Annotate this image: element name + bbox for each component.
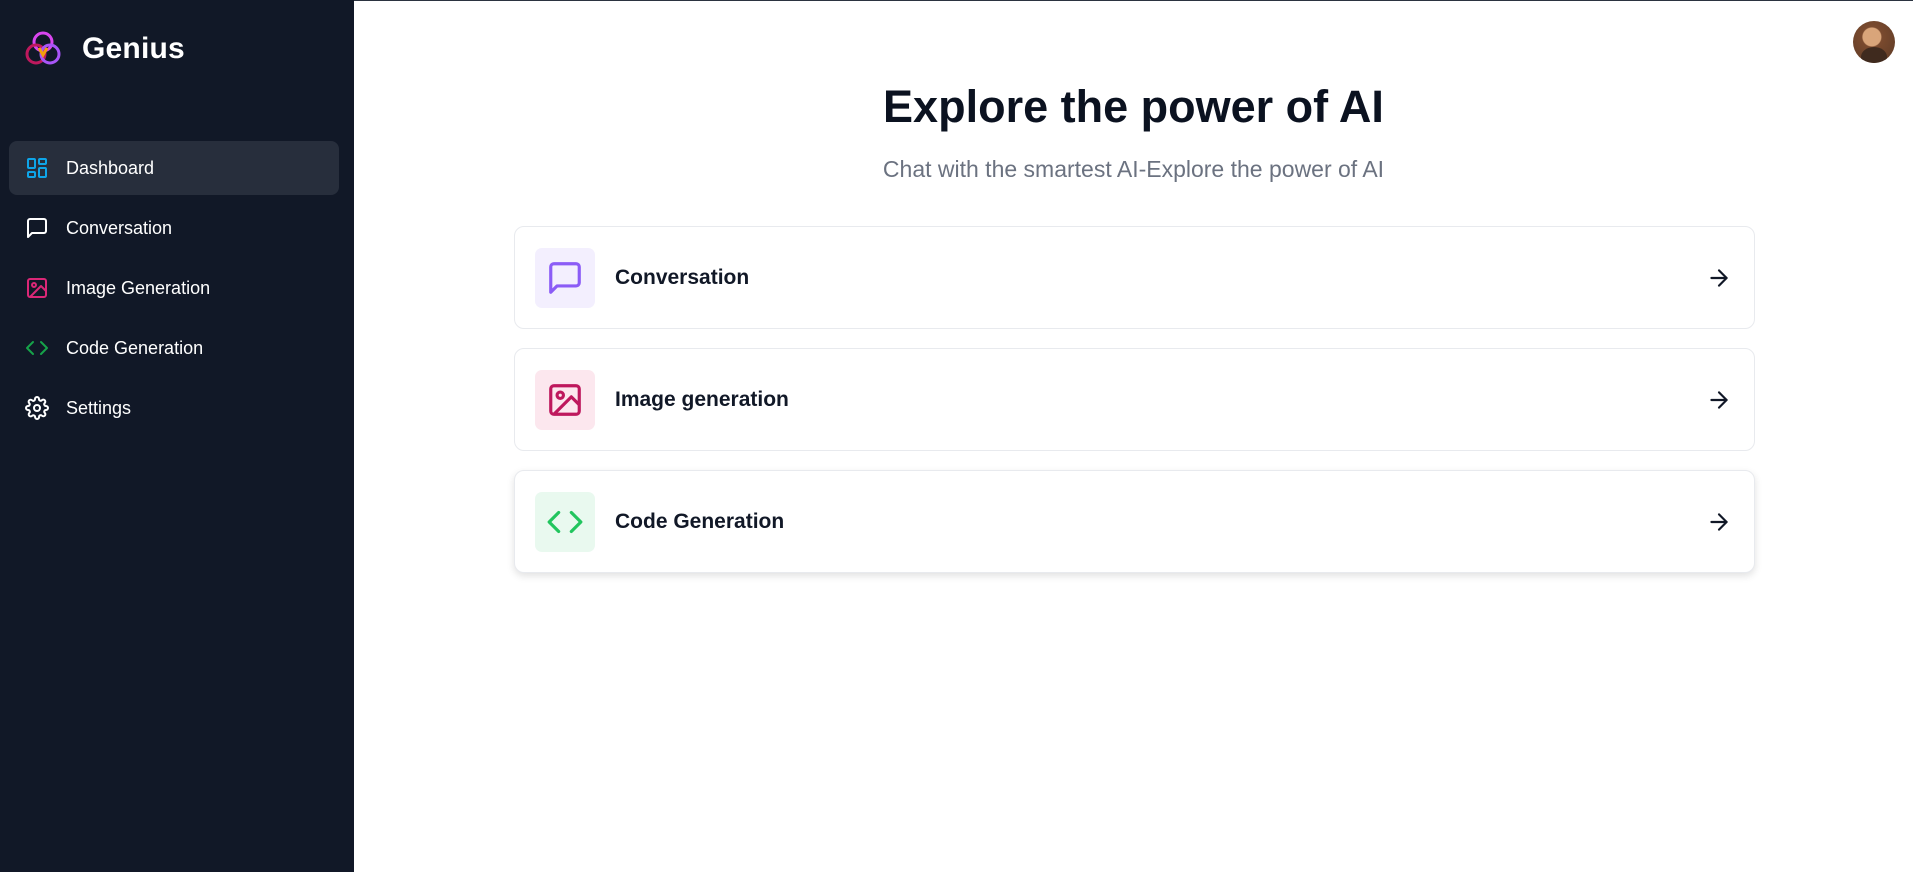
- sidebar-item-code-generation[interactable]: Code Generation: [9, 321, 339, 375]
- app-root: Genius Dashboard Conversation Image Gene…: [0, 0, 1913, 872]
- sidebar-item-label: Settings: [66, 397, 132, 418]
- code-icon: [535, 491, 595, 552]
- sidebar-item-dashboard[interactable]: Dashboard: [9, 141, 339, 195]
- image-icon: [25, 276, 49, 300]
- tool-card-code-generation[interactable]: Code Generation: [514, 470, 1755, 573]
- sidebar-item-settings[interactable]: Settings: [9, 381, 339, 435]
- main-content: Explore the power of AI Chat with the sm…: [354, 0, 1913, 872]
- sidebar-item-label: Image Generation: [66, 277, 211, 298]
- tool-card-label: Image generation: [615, 387, 789, 411]
- settings-gear-icon: [25, 396, 49, 420]
- arrow-right-icon: [1710, 390, 1728, 409]
- page-subtitle: Chat with the smartest AI-Explore the po…: [882, 156, 1385, 182]
- arrow-right-icon: [1710, 268, 1728, 287]
- tool-card-image-generation[interactable]: Image generation: [514, 348, 1755, 451]
- tool-card-label: Code Generation: [615, 509, 785, 533]
- code-icon: [25, 336, 49, 360]
- tool-card-label: Conversation: [615, 265, 750, 289]
- page-title: Explore the power of AI: [883, 81, 1384, 132]
- sidebar-item-label: Conversation: [66, 217, 173, 238]
- logo-icon: [25, 31, 61, 65]
- sidebar-item-conversation[interactable]: Conversation: [9, 201, 339, 255]
- tool-card-conversation[interactable]: Conversation: [514, 226, 1755, 329]
- tool-cards: Conversation Image generation Code Gener…: [514, 226, 1755, 592]
- sidebar: Genius Dashboard Conversation Image Gene…: [0, 0, 354, 872]
- sidebar-item-label: Dashboard: [66, 157, 155, 178]
- user-avatar-button[interactable]: [1853, 21, 1895, 63]
- app-name: Genius: [82, 32, 185, 65]
- image-icon: [535, 369, 595, 430]
- sidebar-item-label: Code Generation: [66, 337, 204, 358]
- sidebar-nav: Dashboard Conversation Image Generation …: [9, 141, 339, 441]
- sidebar-item-image-generation[interactable]: Image Generation: [9, 261, 339, 315]
- logo-link[interactable]: Genius: [22, 28, 185, 70]
- arrow-right-icon: [1710, 512, 1728, 531]
- message-square-icon: [535, 247, 595, 308]
- layout-dashboard-icon: [25, 156, 49, 180]
- message-square-icon: [25, 216, 49, 240]
